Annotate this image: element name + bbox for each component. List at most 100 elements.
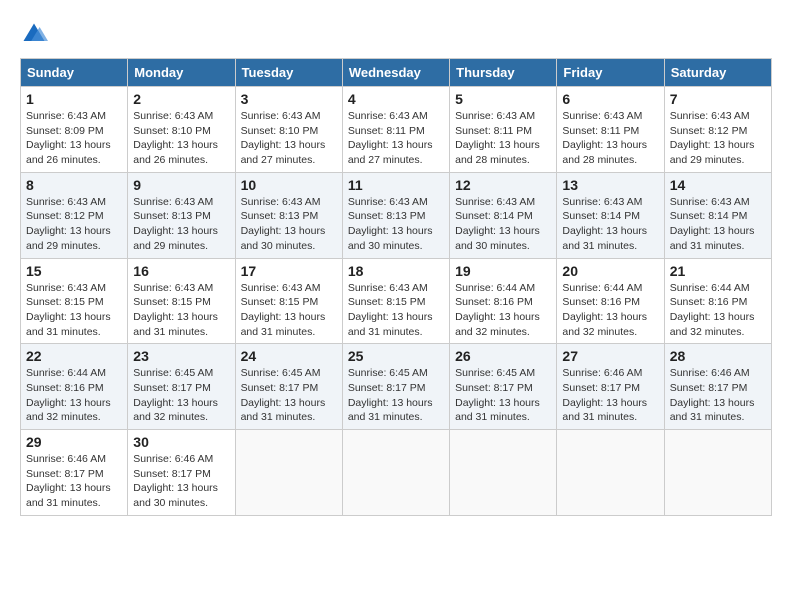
day-detail: Sunrise: 6:44 AMSunset: 8:16 PMDaylight:… <box>562 281 658 340</box>
day-number: 1 <box>26 91 122 107</box>
calendar-cell: 24Sunrise: 6:45 AMSunset: 8:17 PMDayligh… <box>235 344 342 430</box>
day-number: 28 <box>670 348 766 364</box>
day-detail: Sunrise: 6:43 AMSunset: 8:15 PMDaylight:… <box>241 281 337 340</box>
day-detail: Sunrise: 6:44 AMSunset: 8:16 PMDaylight:… <box>670 281 766 340</box>
calendar-cell: 22Sunrise: 6:44 AMSunset: 8:16 PMDayligh… <box>21 344 128 430</box>
calendar-cell: 14 Sunrise: 6:43 AMSunset: 8:14 PMDayligh… <box>664 172 771 258</box>
calendar-row: 22Sunrise: 6:44 AMSunset: 8:16 PMDayligh… <box>21 344 772 430</box>
calendar-cell: 15 Sunrise: 6:43 AMSunset: 8:15 PMDayligh… <box>21 258 128 344</box>
calendar-cell: 16Sunrise: 6:43 AMSunset: 8:15 PMDayligh… <box>128 258 235 344</box>
day-number: 11 <box>348 177 444 193</box>
day-detail: Sunrise: 6:43 AMSunset: 8:13 PMDaylight:… <box>133 195 229 254</box>
day-number: 16 <box>133 263 229 279</box>
day-detail: Sunrise: 6:43 AMSunset: 8:14 PMDaylight:… <box>670 195 766 254</box>
calendar-cell: 4 Sunrise: 6:43 AMSunset: 8:11 PMDaylight… <box>342 87 449 173</box>
day-number: 3 <box>241 91 337 107</box>
day-detail: Sunrise: 6:43 AMSunset: 8:09 PMDaylight:… <box>26 109 122 168</box>
day-number: 13 <box>562 177 658 193</box>
day-detail: Sunrise: 6:46 AMSunset: 8:17 PMDaylight:… <box>26 452 122 511</box>
day-number: 4 <box>348 91 444 107</box>
calendar-cell: 25 Sunrise: 6:45 AMSunset: 8:17 PMDayligh… <box>342 344 449 430</box>
day-of-week-header: Saturday <box>664 59 771 87</box>
calendar-row: 8 Sunrise: 6:43 AMSunset: 8:12 PMDaylight… <box>21 172 772 258</box>
calendar-cell: 6 Sunrise: 6:43 AMSunset: 8:11 PMDaylight… <box>557 87 664 173</box>
day-detail: Sunrise: 6:45 AMSunset: 8:17 PMDaylight:… <box>348 366 444 425</box>
day-detail: Sunrise: 6:43 AMSunset: 8:10 PMDaylight:… <box>241 109 337 168</box>
calendar-cell: 9Sunrise: 6:43 AMSunset: 8:13 PMDaylight… <box>128 172 235 258</box>
day-number: 30 <box>133 434 229 450</box>
day-number: 15 <box>26 263 122 279</box>
logo <box>20 20 52 48</box>
calendar-cell: 1 Sunrise: 6:43 AMSunset: 8:09 PMDaylight… <box>21 87 128 173</box>
day-number: 20 <box>562 263 658 279</box>
calendar-row: 29 Sunrise: 6:46 AMSunset: 8:17 PMDayligh… <box>21 430 772 516</box>
day-detail: Sunrise: 6:43 AMSunset: 8:11 PMDaylight:… <box>348 109 444 168</box>
calendar-cell: 7 Sunrise: 6:43 AMSunset: 8:12 PMDaylight… <box>664 87 771 173</box>
day-detail: Sunrise: 6:46 AMSunset: 8:17 PMDaylight:… <box>562 366 658 425</box>
header <box>20 20 772 48</box>
calendar-cell: 18 Sunrise: 6:43 AMSunset: 8:15 PMDayligh… <box>342 258 449 344</box>
day-of-week-header: Thursday <box>450 59 557 87</box>
day-of-week-header: Sunday <box>21 59 128 87</box>
day-detail: Sunrise: 6:44 AMSunset: 8:16 PMDaylight:… <box>26 366 122 425</box>
day-number: 19 <box>455 263 551 279</box>
day-detail: Sunrise: 6:43 AMSunset: 8:12 PMDaylight:… <box>26 195 122 254</box>
day-detail: Sunrise: 6:45 AMSunset: 8:17 PMDaylight:… <box>455 366 551 425</box>
logo-icon <box>20 20 48 48</box>
day-number: 5 <box>455 91 551 107</box>
calendar-cell <box>450 430 557 516</box>
calendar-cell: 8 Sunrise: 6:43 AMSunset: 8:12 PMDaylight… <box>21 172 128 258</box>
calendar-cell <box>557 430 664 516</box>
calendar-cell <box>342 430 449 516</box>
calendar-cell: 23Sunrise: 6:45 AMSunset: 8:17 PMDayligh… <box>128 344 235 430</box>
calendar-cell: 10 Sunrise: 6:43 AMSunset: 8:13 PMDayligh… <box>235 172 342 258</box>
day-number: 17 <box>241 263 337 279</box>
day-detail: Sunrise: 6:45 AMSunset: 8:17 PMDaylight:… <box>241 366 337 425</box>
calendar-cell: 13Sunrise: 6:43 AMSunset: 8:14 PMDayligh… <box>557 172 664 258</box>
calendar-header-row: SundayMondayTuesdayWednesdayThursdayFrid… <box>21 59 772 87</box>
day-detail: Sunrise: 6:43 AMSunset: 8:14 PMDaylight:… <box>455 195 551 254</box>
day-detail: Sunrise: 6:46 AMSunset: 8:17 PMDaylight:… <box>670 366 766 425</box>
calendar-cell <box>664 430 771 516</box>
calendar-cell: 19 Sunrise: 6:44 AMSunset: 8:16 PMDayligh… <box>450 258 557 344</box>
day-number: 10 <box>241 177 337 193</box>
calendar-cell: 5 Sunrise: 6:43 AMSunset: 8:11 PMDaylight… <box>450 87 557 173</box>
calendar-cell: 20 Sunrise: 6:44 AMSunset: 8:16 PMDayligh… <box>557 258 664 344</box>
calendar-row: 1 Sunrise: 6:43 AMSunset: 8:09 PMDaylight… <box>21 87 772 173</box>
day-number: 29 <box>26 434 122 450</box>
day-number: 2 <box>133 91 229 107</box>
day-detail: Sunrise: 6:43 AMSunset: 8:15 PMDaylight:… <box>26 281 122 340</box>
day-detail: Sunrise: 6:43 AMSunset: 8:13 PMDaylight:… <box>241 195 337 254</box>
day-detail: Sunrise: 6:43 AMSunset: 8:15 PMDaylight:… <box>348 281 444 340</box>
calendar-cell: 17 Sunrise: 6:43 AMSunset: 8:15 PMDayligh… <box>235 258 342 344</box>
calendar-cell: 21 Sunrise: 6:44 AMSunset: 8:16 PMDayligh… <box>664 258 771 344</box>
day-number: 25 <box>348 348 444 364</box>
calendar-cell: 11Sunrise: 6:43 AMSunset: 8:13 PMDayligh… <box>342 172 449 258</box>
calendar-row: 15 Sunrise: 6:43 AMSunset: 8:15 PMDayligh… <box>21 258 772 344</box>
day-number: 26 <box>455 348 551 364</box>
day-detail: Sunrise: 6:43 AMSunset: 8:10 PMDaylight:… <box>133 109 229 168</box>
day-number: 27 <box>562 348 658 364</box>
day-number: 18 <box>348 263 444 279</box>
calendar-cell: 26 Sunrise: 6:45 AMSunset: 8:17 PMDayligh… <box>450 344 557 430</box>
day-number: 21 <box>670 263 766 279</box>
day-detail: Sunrise: 6:43 AMSunset: 8:11 PMDaylight:… <box>562 109 658 168</box>
calendar-cell <box>235 430 342 516</box>
calendar-cell: 3 Sunrise: 6:43 AMSunset: 8:10 PMDaylight… <box>235 87 342 173</box>
day-detail: Sunrise: 6:46 AMSunset: 8:17 PMDaylight:… <box>133 452 229 511</box>
day-of-week-header: Friday <box>557 59 664 87</box>
day-number: 7 <box>670 91 766 107</box>
calendar-table: SundayMondayTuesdayWednesdayThursdayFrid… <box>20 58 772 516</box>
calendar-cell: 12 Sunrise: 6:43 AMSunset: 8:14 PMDayligh… <box>450 172 557 258</box>
calendar-cell: 29 Sunrise: 6:46 AMSunset: 8:17 PMDayligh… <box>21 430 128 516</box>
day-number: 23 <box>133 348 229 364</box>
day-number: 14 <box>670 177 766 193</box>
day-number: 8 <box>26 177 122 193</box>
day-detail: Sunrise: 6:43 AMSunset: 8:11 PMDaylight:… <box>455 109 551 168</box>
day-detail: Sunrise: 6:43 AMSunset: 8:12 PMDaylight:… <box>670 109 766 168</box>
day-of-week-header: Wednesday <box>342 59 449 87</box>
calendar-cell: 30 Sunrise: 6:46 AMSunset: 8:17 PMDayligh… <box>128 430 235 516</box>
day-number: 12 <box>455 177 551 193</box>
day-detail: Sunrise: 6:44 AMSunset: 8:16 PMDaylight:… <box>455 281 551 340</box>
day-number: 6 <box>562 91 658 107</box>
